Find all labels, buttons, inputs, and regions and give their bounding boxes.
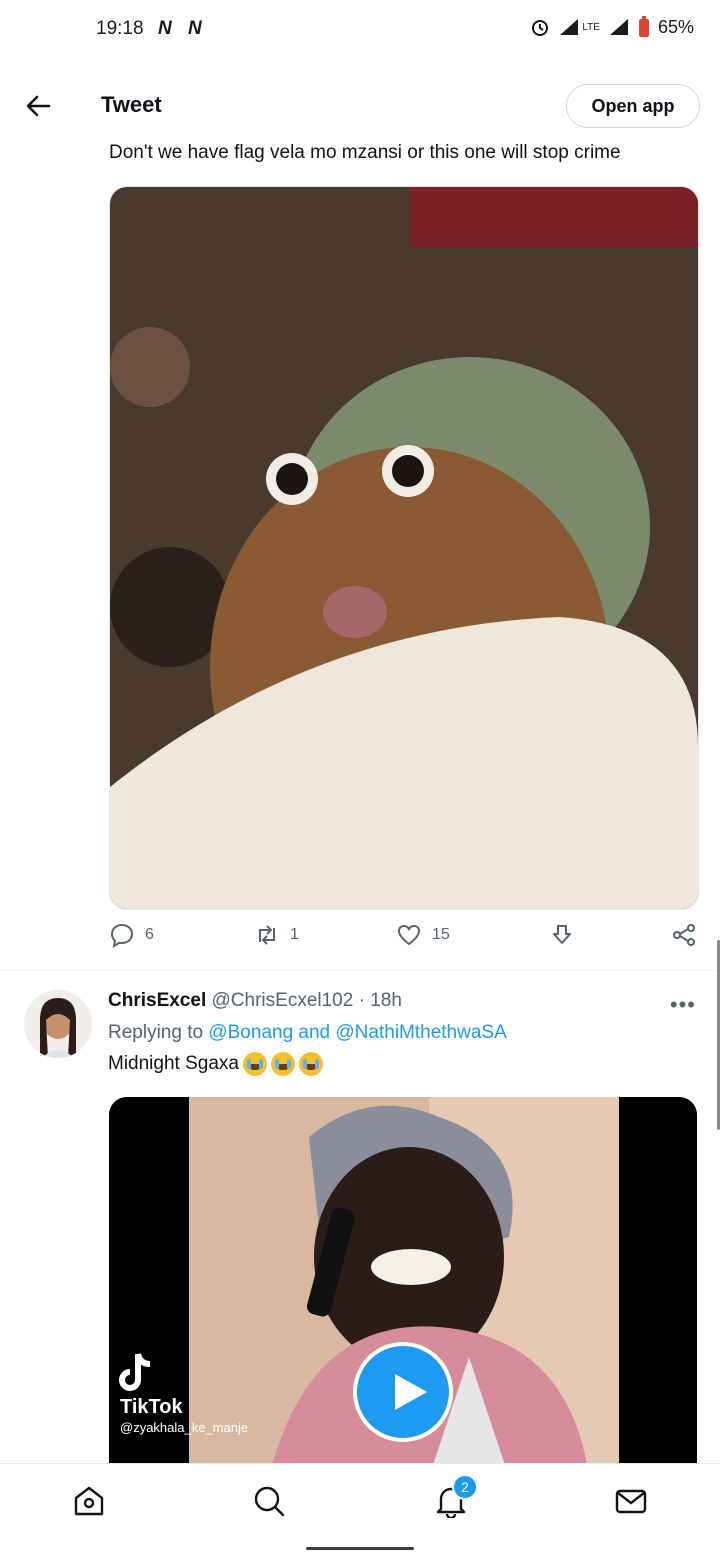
download-icon <box>553 925 571 944</box>
battery-icon <box>638 16 649 37</box>
crying-emoji-icon <box>298 1052 323 1076</box>
reply-text-row: Midnight Sgaxa <box>108 1052 323 1076</box>
like-action[interactable]: 15 <box>396 922 450 948</box>
notification-n-icon: N <box>158 18 172 39</box>
share-action[interactable] <box>671 922 697 948</box>
status-bar: 19:18 N N LTE 65% <box>0 0 720 60</box>
replying-prefix: Replying to <box>108 1022 209 1043</box>
user-handle[interactable]: @ChrisEcxel102 <box>212 990 354 1011</box>
status-time: 19:18 <box>96 18 144 39</box>
retweet-action[interactable]: 1 <box>254 922 299 948</box>
open-app-button[interactable]: Open app <box>566 84 700 128</box>
alarm-icon <box>532 20 549 36</box>
home-gesture-bar[interactable] <box>306 1547 414 1550</box>
search-icon[interactable] <box>252 1484 286 1518</box>
more-options-icon[interactable]: ••• <box>670 992 696 1018</box>
top-bar: Tweet Open app <box>0 70 720 142</box>
like-count: 15 <box>432 926 450 943</box>
divider <box>0 970 720 971</box>
share-icon <box>673 924 695 946</box>
download-action[interactable] <box>549 922 575 948</box>
notification-badge: 2 <box>452 1474 478 1500</box>
tiktok-brand: TikTok <box>120 1396 183 1418</box>
avatar-image <box>24 990 92 1058</box>
display-name[interactable]: ChrisExcel <box>108 990 206 1011</box>
tweet-photo[interactable] <box>109 186 699 910</box>
signal-icon <box>560 19 579 35</box>
network-type: LTE <box>582 21 600 33</box>
heart-icon <box>397 924 421 946</box>
messages-icon[interactable] <box>614 1484 648 1518</box>
reply-header: ChrisExcel @ChrisEcxel102 · 18h <box>108 990 402 1012</box>
signal-icon <box>609 19 628 35</box>
notification-n-icon: N <box>188 18 202 39</box>
reply-action[interactable]: 6 <box>109 922 154 948</box>
tweet-actions: 6 1 15 <box>109 922 699 958</box>
bottom-navigation: 2 <box>0 1463 720 1536</box>
retweet-icon <box>259 925 275 945</box>
retweet-count: 1 <box>290 926 299 943</box>
replying-to-links[interactable]: @Bonang and @NathiMthethwaSA <box>208 1022 506 1043</box>
reply-text: Midnight Sgaxa <box>108 1053 239 1074</box>
gesture-area <box>0 1535 720 1560</box>
baby-photo-image <box>110 187 698 909</box>
tweet-time: · 18h <box>358 990 402 1011</box>
reply-icon <box>110 923 134 948</box>
home-icon[interactable] <box>72 1484 106 1518</box>
reply-count: 6 <box>145 926 154 943</box>
replying-to: Replying to @Bonang and @NathiMthethwaSA <box>108 1022 507 1044</box>
crying-emoji-icon <box>242 1052 267 1076</box>
avatar[interactable] <box>24 990 92 1058</box>
tiktok-logo-icon <box>119 1353 151 1391</box>
tiktok-handle: @zyakhala_ke_manje <box>120 1420 249 1435</box>
play-button[interactable] <box>353 1342 453 1442</box>
back-arrow-icon[interactable] <box>22 90 54 122</box>
crying-emoji-icon <box>270 1052 295 1076</box>
page-title: Tweet <box>101 92 162 117</box>
battery-level: 65% <box>657 16 694 37</box>
tweet-text: Don't we have flag vela mo mzansi or thi… <box>109 142 621 163</box>
status-indicators: LTE 65% <box>530 16 694 38</box>
